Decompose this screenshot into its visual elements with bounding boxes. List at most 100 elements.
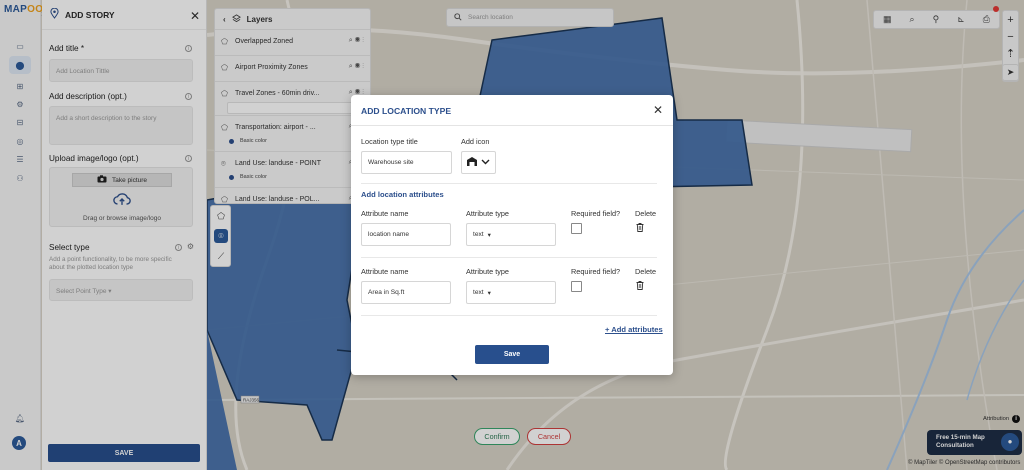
attribute-name-input[interactable]: Area in Sq.ft xyxy=(361,281,451,304)
zoom-out-button[interactable]: − xyxy=(1003,28,1018,45)
upload-label: Upload image/logo (opt.) xyxy=(49,154,139,163)
required-checkbox[interactable] xyxy=(571,223,582,234)
attribution-toggle[interactable]: Attribution i xyxy=(983,415,1021,423)
location-pin-icon[interactable]: ⬤ xyxy=(9,56,31,74)
polygon-icon: ⬠ xyxy=(221,89,228,98)
print-icon[interactable]: ⎙ xyxy=(983,14,990,25)
attribute-type-select[interactable]: text ▾ xyxy=(466,281,556,304)
data-icon[interactable]: ⊟ xyxy=(12,114,28,130)
camera-icon xyxy=(97,175,107,185)
location-type-title-input[interactable]: Warehouse site xyxy=(361,151,452,174)
attribute-type-header: Attribute type xyxy=(466,267,509,276)
draw-line-icon[interactable]: ⟋ xyxy=(214,249,228,263)
notification-badge xyxy=(993,6,999,12)
add-file-icon[interactable]: ⊞ xyxy=(12,78,28,94)
polygon-icon: ⬠ xyxy=(221,195,228,204)
search-input[interactable]: Search location xyxy=(468,14,513,21)
close-icon[interactable]: ✕ xyxy=(190,9,200,23)
layer-row[interactable]: ⬠ Land Use: landuse - POL... ⌕◉⋮ xyxy=(215,187,370,204)
required-checkbox[interactable] xyxy=(571,281,582,292)
warehouse-icon xyxy=(467,157,477,168)
locate-me-button[interactable]: ➤ xyxy=(1002,64,1019,81)
layer-name: Overlapped Zoned xyxy=(235,38,293,45)
info-icon[interactable]: i xyxy=(185,155,192,162)
map-icon[interactable]: ▭ xyxy=(12,38,28,54)
consultation-button[interactable]: Free 15-min Map Consultation ● xyxy=(927,430,1022,455)
draw-point-icon[interactable]: ⌾ xyxy=(214,229,228,243)
info-icon[interactable]: i xyxy=(185,45,192,52)
attribute-name-input[interactable]: location name xyxy=(361,223,451,246)
layer-name: Land Use: landuse - POL... xyxy=(235,196,320,203)
layer-name: Travel Zones - 60min driv... xyxy=(235,90,320,97)
description-input[interactable]: Add a short description to the story xyxy=(49,106,193,145)
layer-row[interactable]: ⌾ Land Use: landuse - POINT ⌕◉⋮ Basic co… xyxy=(215,151,370,187)
attribute-name-header: Attribute name xyxy=(361,267,409,276)
layer-row[interactable]: ⬠ Transportation: airport - ... ⌕◉⋮ Basi… xyxy=(215,115,370,151)
confirm-button[interactable]: Confirm xyxy=(474,428,520,445)
layer-row[interactable]: ⬠ Overlapped Zoned ⌕◉⋮ xyxy=(215,29,370,53)
modal-save-button[interactable]: Save xyxy=(475,345,549,364)
drag-browse-text: Drag or browse image/logo xyxy=(82,215,162,222)
trash-icon[interactable] xyxy=(636,281,644,292)
caret-down-icon: ▾ xyxy=(487,231,491,239)
settings-icon[interactable]: ⚙ xyxy=(187,242,194,251)
layer-legend-box xyxy=(227,102,362,114)
settings-icon[interactable]: ⚙ xyxy=(12,96,28,112)
notification-bell-icon[interactable]: 🔔︎ xyxy=(12,410,28,426)
chat-icon: ● xyxy=(1001,433,1019,451)
legend-basic-color: Basic color xyxy=(229,174,267,180)
zoom-in-button[interactable]: + xyxy=(1003,11,1018,28)
measure-icon[interactable]: ⊾ xyxy=(957,14,965,25)
layer-name: Airport Proximity Zones xyxy=(235,64,308,71)
add-attributes-link[interactable]: + Add attributes xyxy=(605,325,663,334)
upload-dropzone[interactable]: Take picture Drag or browse image/logo xyxy=(49,167,193,227)
person-pin-icon[interactable]: ⚲ xyxy=(933,14,940,25)
attribute-type-select[interactable]: text ▾ xyxy=(466,223,556,246)
cancel-button[interactable]: Cancel xyxy=(527,428,571,445)
point-type-select[interactable]: Select Point Type ▾ xyxy=(49,279,193,301)
info-icon: i xyxy=(1012,415,1021,423)
trash-icon[interactable] xyxy=(636,223,644,234)
nav-rail: MAPOO ▭ ⬤ ⊞ ⚙ ⊟ ◎ ☰ ⚇ 🔔︎ A xyxy=(0,0,44,470)
layers-header: ‹ Layers xyxy=(215,9,370,29)
close-icon[interactable]: ✕ xyxy=(653,103,663,117)
polygon-icon: ⬠ xyxy=(221,37,228,46)
analysis-icon[interactable]: ◎ xyxy=(12,133,28,149)
info-icon[interactable]: i xyxy=(185,93,192,100)
attribution-label: Attribution xyxy=(983,416,1010,422)
color-swatch xyxy=(229,174,234,180)
compass-icon[interactable]: ⇡ xyxy=(1003,45,1018,62)
search-icon xyxy=(454,12,462,23)
title-input[interactable]: Add Location Tittle xyxy=(49,59,193,82)
layer-actions[interactable]: ⌕◉⋮ xyxy=(349,37,366,45)
search-icon[interactable]: ⌕ xyxy=(910,14,915,25)
draw-polygon-icon[interactable]: ⬠ xyxy=(214,209,228,223)
legend-basic-color: Basic color xyxy=(229,138,267,144)
required-field-header: Required field? xyxy=(571,209,621,218)
info-icon[interactable]: i xyxy=(175,244,182,251)
attribute-type-value: text xyxy=(473,231,484,238)
layer-row[interactable]: ⬠ Airport Proximity Zones ⌕◉⋮ xyxy=(215,55,370,79)
chevron-left-icon[interactable]: ‹ xyxy=(223,15,226,24)
location-pin-icon xyxy=(50,7,59,21)
layer-actions[interactable]: ⌕◉⋮ xyxy=(349,63,366,71)
delete-header: Delete xyxy=(635,267,657,276)
save-story-button[interactable]: SAVE xyxy=(48,444,200,462)
polygon-icon: ⬠ xyxy=(221,123,228,132)
reports-icon[interactable]: ☰ xyxy=(12,151,28,167)
layer-row[interactable]: ⬠ Travel Zones - 60min driv... ⌕◉⋮ xyxy=(215,81,370,115)
caret-down-icon: ▾ xyxy=(108,288,112,295)
avatar[interactable]: A xyxy=(12,436,26,450)
delete-header: Delete xyxy=(635,209,657,218)
layers-panel: ‹ Layers ⬠ Overlapped Zoned ⌕◉⋮ ⬠ Airpor… xyxy=(214,8,371,204)
attributes-section-title: Add location attributes xyxy=(361,190,444,199)
team-icon[interactable]: ⚇ xyxy=(12,170,28,186)
icon-picker[interactable] xyxy=(461,151,496,174)
take-picture-button[interactable]: Take picture xyxy=(72,173,172,187)
modal-title: ADD LOCATION TYPE xyxy=(361,106,452,116)
legend-label: Basic color xyxy=(240,174,267,180)
drawing-toolbar: ⬠ ⌾ ⟋ xyxy=(210,205,231,267)
map-view-icon[interactable]: ▦ xyxy=(883,14,892,25)
app-logo: MAPOO xyxy=(4,4,44,15)
search-bar[interactable]: Search location xyxy=(446,8,614,27)
